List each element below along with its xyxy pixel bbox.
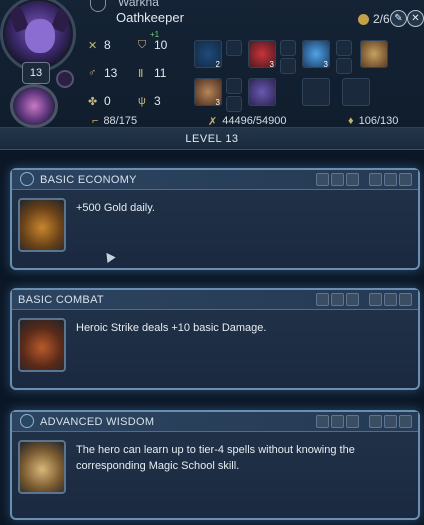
- stat-spellpower: ♂ 13: [88, 66, 118, 80]
- hero-name-partial: Warkna: [118, 0, 159, 9]
- synergy-icon: [384, 173, 397, 186]
- faction-icon: [56, 70, 74, 88]
- stat-defense-bonus: +1: [150, 30, 160, 39]
- skill-slot-3-sub-b[interactable]: [336, 58, 352, 74]
- skill-card-combat[interactable]: BASIC COMBAT Heroic Strike deals +10 bas…: [10, 288, 420, 390]
- card-header: ADVANCED WISDOM: [12, 412, 418, 432]
- skill-slot-2[interactable]: 3: [248, 40, 276, 69]
- synergy-icons: [316, 293, 412, 306]
- skill-card-wisdom[interactable]: ADVANCED WISDOM The hero can learn up to…: [10, 410, 420, 520]
- movement-points: ⌐ 88/175: [92, 115, 138, 127]
- experience-icon: ✗: [208, 115, 218, 128]
- synergy-icon: [316, 293, 329, 306]
- stat-morale: ψ 3: [138, 94, 161, 108]
- hero-name: Oathkeeper: [116, 10, 184, 25]
- synergy-icon: [384, 293, 397, 306]
- gold-bag-icon: [18, 198, 66, 252]
- synergy-icon: [369, 293, 382, 306]
- close-button[interactable]: ✕: [407, 10, 424, 27]
- card-title: ADVANCED WISDOM: [40, 416, 155, 428]
- lightbulb-icon: [20, 414, 34, 428]
- skill-slot-4-sub-b[interactable]: [226, 96, 242, 112]
- skill-card-economy[interactable]: BASIC ECONOMY +500 Gold daily.: [10, 168, 420, 270]
- scroll-icon: [18, 440, 66, 494]
- skill-slot-4-sub[interactable]: [226, 78, 242, 94]
- skill-slot-2-sub[interactable]: [280, 40, 296, 56]
- synergy-icon: [346, 173, 359, 186]
- card-header: BASIC ECONOMY: [12, 170, 418, 190]
- synergy-icons: [316, 415, 412, 428]
- hero-level-badge: 13: [22, 62, 50, 84]
- empty-slot-1[interactable]: [302, 78, 330, 106]
- synergy-icon: [316, 173, 329, 186]
- card-header: BASIC COMBAT: [12, 290, 418, 310]
- spellpower-icon: ♂: [88, 67, 97, 79]
- specialty-icon[interactable]: [10, 84, 58, 128]
- info-icon: ✎: [394, 13, 403, 24]
- synergy-icon: [369, 415, 382, 428]
- synergy-icon: [399, 415, 412, 428]
- skill-slot-2-sub-b[interactable]: [280, 58, 296, 74]
- spellbook-slot[interactable]: [248, 78, 276, 106]
- lightbulb-icon: [20, 172, 34, 186]
- level-header: LEVEL 13: [0, 128, 424, 150]
- skill-slot-1[interactable]: 2: [194, 40, 222, 69]
- synergy-icon: [316, 415, 329, 428]
- synergy-icon: [331, 173, 344, 186]
- card-title: BASIC ECONOMY: [40, 174, 137, 186]
- mana-icon: ♦: [348, 115, 354, 127]
- army-icon: [358, 13, 369, 25]
- skill-slot-3[interactable]: 3: [302, 40, 330, 69]
- synergy-icon: [346, 293, 359, 306]
- card-title: BASIC COMBAT: [18, 294, 104, 306]
- empty-slot-2[interactable]: [342, 78, 370, 106]
- synergy-icon: [331, 415, 344, 428]
- stat-luck: ✤ 0: [88, 94, 111, 108]
- synergy-icon: [346, 415, 359, 428]
- shield-icon: ⛉: [138, 38, 147, 51]
- stat-knowledge: Ⅱ 11: [138, 66, 167, 80]
- info-button[interactable]: ✎: [390, 10, 407, 27]
- synergy-icon: [331, 293, 344, 306]
- hero-panel: 13 Warkna Oathkeeper 2/6 ✎ ✕ ✕ 8 ⛉ 10 +1…: [0, 0, 424, 128]
- scroll-slot[interactable]: [360, 40, 388, 68]
- card-description: Heroic Strike deals +10 basic Damage.: [76, 322, 267, 334]
- sword-icon: ✕: [88, 39, 98, 52]
- synergy-icon: [384, 415, 397, 428]
- card-description: The hero can learn up to tier-4 spells w…: [76, 444, 355, 472]
- stat-attack: ✕ 8: [88, 38, 111, 52]
- synergy-icon: [399, 173, 412, 186]
- skill-slot-1-sub[interactable]: [226, 40, 242, 56]
- mana-points: ♦ 106/130: [348, 115, 399, 127]
- card-description: +500 Gold daily.: [76, 202, 155, 214]
- banner-icon: [90, 0, 106, 12]
- heroic-strike-icon: [18, 318, 66, 372]
- skill-slot-4[interactable]: 3: [194, 78, 222, 107]
- skill-slot-3-sub[interactable]: [336, 40, 352, 56]
- army-count-value: 2/6: [373, 12, 390, 26]
- clover-icon: ✤: [88, 95, 98, 108]
- knowledge-icon: Ⅱ: [138, 67, 144, 80]
- close-icon: ✕: [411, 13, 420, 24]
- synergy-icon: [369, 173, 382, 186]
- synergy-icon: [399, 293, 412, 306]
- stat-defense: ⛉ 10: [138, 38, 168, 52]
- morale-icon: ψ: [138, 95, 146, 107]
- synergy-icons: [316, 173, 412, 186]
- army-count: 2/6: [358, 12, 390, 26]
- experience-points: ✗ 44496/54900: [208, 115, 287, 128]
- boot-icon: ⌐: [92, 115, 99, 127]
